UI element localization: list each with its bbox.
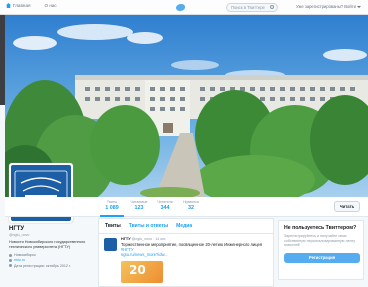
tweet-item[interactable]: НГТУ @ngtu_novo · 14 окт. Торжественное … [99,234,273,283]
tab-media[interactable]: Медиа [176,223,192,229]
link-icon [9,258,12,262]
signup-text: Зарегистрируйтесь и получайте свою собст… [284,234,356,248]
search-icon[interactable] [270,5,274,9]
tweet-media[interactable]: 20 [121,260,163,283]
timeline-tabs: Твиты Твиты и ответы Медиа [99,219,273,234]
stat-likes[interactable]: Нравится 32 [179,200,203,211]
stat-following[interactable]: Читаемые 123 [127,200,151,211]
top-navigation: Главная О нас Поиск в Твиттере Уже зарег… [0,0,368,15]
timeline: Твиты Твиты и ответы Медиа НГТУ @ngtu_no… [98,218,274,287]
location-icon [9,253,12,257]
profile-location: Новосибирск [14,253,36,257]
nav-about[interactable]: О нас [44,3,56,8]
tab-tweets-replies[interactable]: Твиты и ответы [129,223,168,229]
signup-heading: Не пользуетесь Твиттером? [284,225,357,231]
tweet-link[interactable]: ngtu.ru/news_more?idw... [121,252,168,257]
stat-tweets[interactable]: Твиты 1 089 [100,200,124,217]
tab-tweets[interactable]: Твиты [105,223,121,229]
tweet-handle: @ngtu_novo · 14 окт. [131,237,167,241]
profile-stats-bar: Твиты 1 089 Читаемые 123 Читатели 344 Нр… [5,197,368,217]
profile-info: НГТУ @ngtu_novo Новости Новосибирского г… [9,226,91,269]
tweet-avatar[interactable] [104,238,117,251]
tweet-text: Торжественное мероприятие, посвященное 2… [121,242,263,258]
signup-button[interactable]: Регистрация [284,252,360,263]
tweet-author[interactable]: НГТУ [121,237,131,241]
signup-box: Не пользуетесь Твиттером? Зарегистрируйт… [278,220,364,280]
chevron-down-icon[interactable] [357,6,361,8]
search-input[interactable]: Поиск в Твиттере [226,3,278,12]
home-icon [6,3,11,8]
profile-handle[interactable]: @ngtu_novo [9,233,91,237]
twitter-bird-icon[interactable] [176,4,185,11]
nav-home[interactable]: Главная [6,3,30,8]
tweet-header: НГТУ @ngtu_novo · 14 окт. [121,237,268,241]
follow-button[interactable]: Читать [334,201,360,212]
profile-meta: Новосибирск nstu.ru Дата регистрации: ок… [9,253,91,269]
profile-bio: Новости Новосибирского государственного … [9,240,86,249]
calendar-icon [9,264,12,268]
stat-followers[interactable]: Читатели 344 [153,200,177,211]
profile-website[interactable]: nstu.ru [14,258,25,262]
login-link[interactable]: Уже зарегистрированы? Войти [296,4,356,9]
profile-name[interactable]: НГТУ [9,226,91,232]
profile-joined: Дата регистрации: октябрь 2012 г. [14,263,71,268]
